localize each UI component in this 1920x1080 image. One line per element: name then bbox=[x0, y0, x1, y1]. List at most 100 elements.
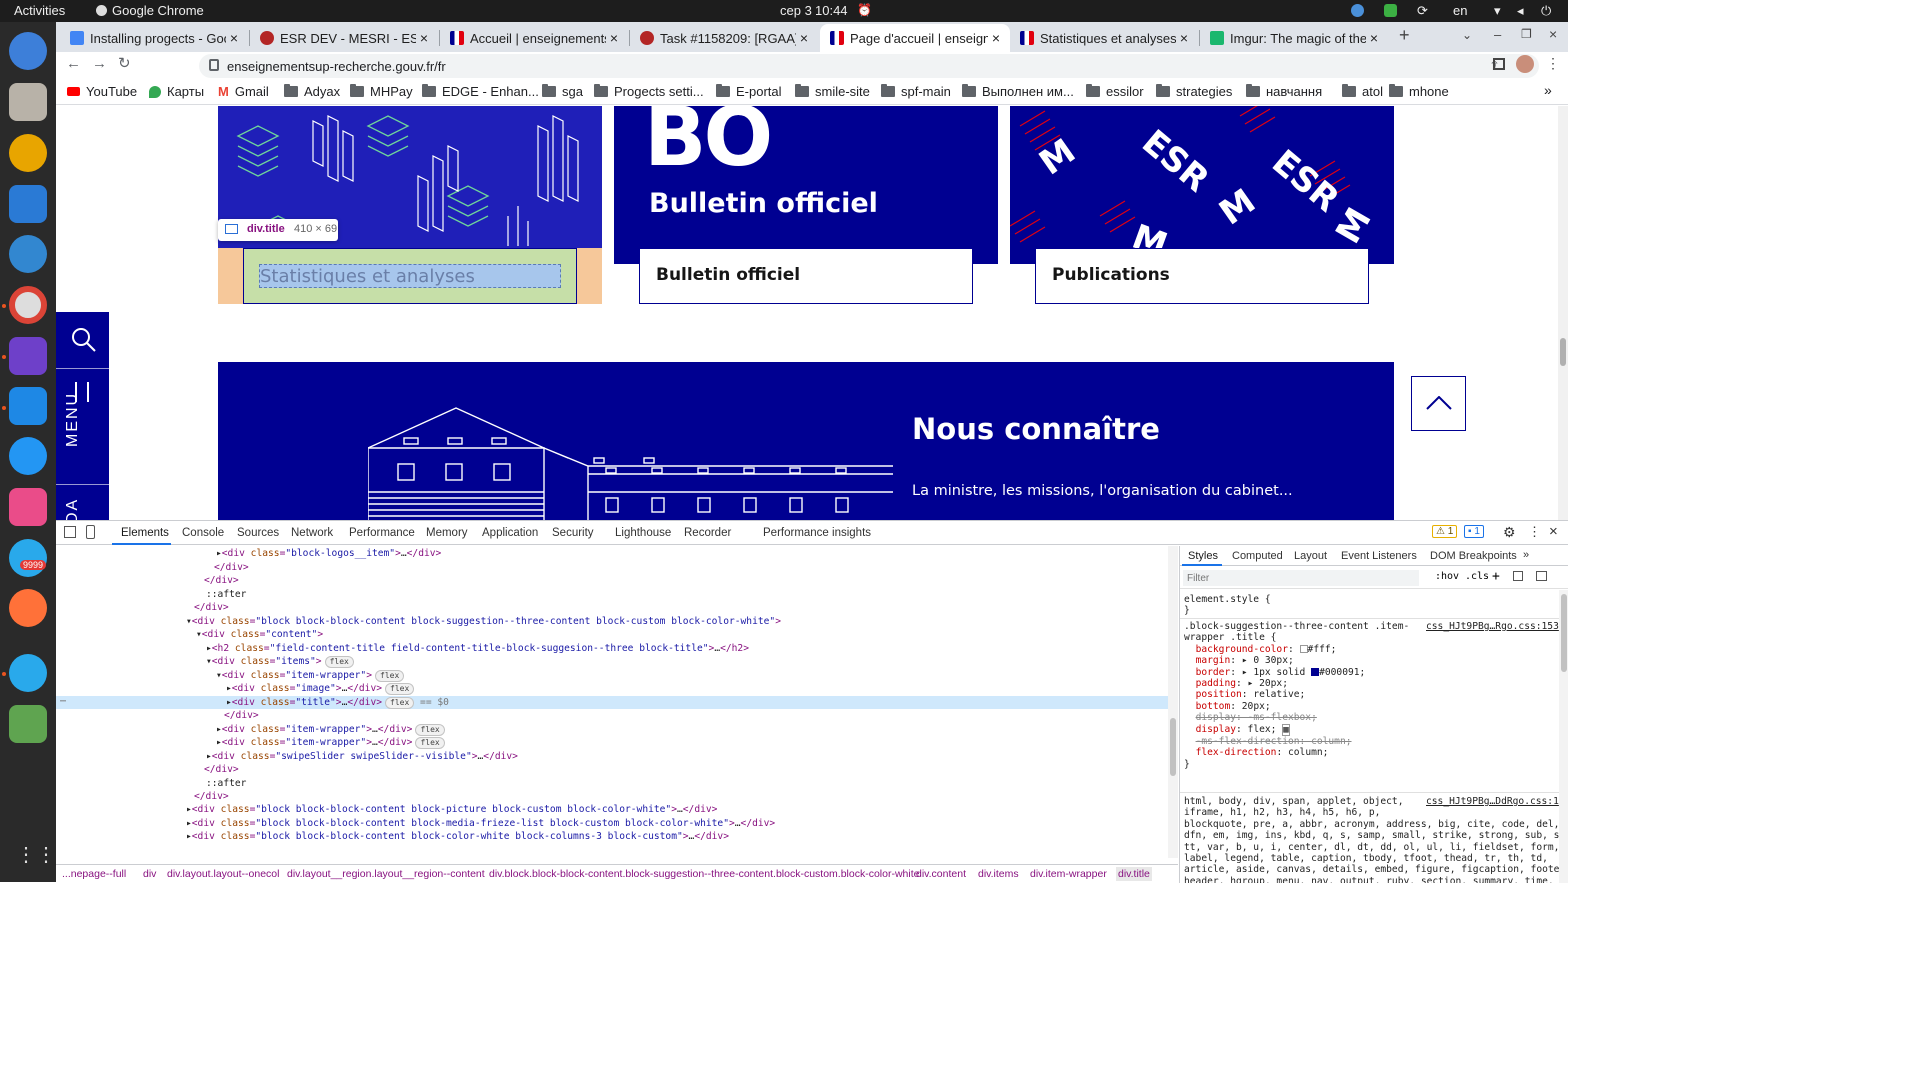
paint-icon[interactable] bbox=[1513, 571, 1523, 581]
dom-line[interactable]: ▾<div class="items"> flex bbox=[206, 655, 354, 669]
vscode-icon[interactable] bbox=[9, 387, 47, 425]
slack-icon[interactable] bbox=[9, 488, 47, 526]
wifi-icon[interactable]: ▾ bbox=[1494, 3, 1501, 19]
inspect-element-icon[interactable] bbox=[64, 526, 76, 538]
cls-toggle[interactable]: .cls bbox=[1465, 571, 1489, 582]
close-icon[interactable]: × bbox=[606, 30, 622, 46]
close-icon[interactable]: × bbox=[226, 30, 242, 46]
bookmark-folder[interactable]: strategies bbox=[1156, 84, 1232, 99]
tab-6[interactable]: Statistiques et analyses × bbox=[1010, 24, 1198, 52]
bookmark-folder[interactable]: Adyax bbox=[284, 84, 340, 99]
dom-line-selected[interactable]: ▸<div class="title">…</div> flex == $0 bbox=[226, 696, 449, 710]
menu-label[interactable]: MENU bbox=[64, 392, 82, 447]
dom-line[interactable]: ::after bbox=[206, 777, 246, 791]
tab-5-active[interactable]: Page d'accueil | enseigne × bbox=[820, 24, 1010, 52]
breadcrumb-item[interactable]: div bbox=[143, 868, 156, 880]
thunderbird-icon[interactable] bbox=[9, 32, 47, 70]
network-status-icon[interactable] bbox=[1351, 4, 1364, 17]
dom-line[interactable]: ▸<div class="block-logos__item">…</div> bbox=[216, 547, 441, 561]
style-rule[interactable]: .block-suggestion--three-content .item- … bbox=[1184, 621, 1409, 770]
dom-line[interactable]: </div> bbox=[194, 601, 229, 615]
style-rule[interactable]: html, body, div, span, applet, object, i… bbox=[1184, 796, 1568, 883]
bookmark-folder[interactable]: навчання bbox=[1246, 84, 1322, 99]
subtab-layout[interactable]: Layout bbox=[1294, 550, 1327, 562]
about-section-title[interactable]: Nous connaître bbox=[912, 412, 1160, 446]
dom-scrollbar-thumb[interactable] bbox=[1170, 718, 1176, 776]
more-actions-icon[interactable]: ⋯ bbox=[60, 696, 66, 707]
bookmark-folder[interactable]: atol bbox=[1342, 84, 1383, 99]
activities-button[interactable]: Activities bbox=[14, 3, 65, 18]
page-scrollbar-thumb[interactable] bbox=[1560, 338, 1566, 366]
bookmark-gmail[interactable]: M Gmail bbox=[218, 84, 269, 99]
side-panel-icon[interactable] bbox=[1493, 58, 1505, 70]
dom-line[interactable]: ▸<div class="block block-block-content b… bbox=[186, 803, 717, 817]
subtab-computed[interactable]: Computed bbox=[1232, 550, 1283, 562]
styles-scrollbar[interactable] bbox=[1559, 590, 1568, 883]
back-icon[interactable]: ← bbox=[66, 55, 81, 72]
reload-icon[interactable]: ↻ bbox=[118, 54, 131, 72]
window-close-icon[interactable]: × bbox=[1549, 26, 1557, 42]
tab-1[interactable]: Installing progects - Goo × bbox=[60, 24, 248, 52]
subtab-dom-breakpoints[interactable]: DOM Breakpoints bbox=[1430, 550, 1517, 562]
minimize-icon[interactable]: – bbox=[1494, 27, 1501, 42]
firefox-icon[interactable] bbox=[9, 589, 47, 627]
stats-card-title[interactable]: Statistiques et analyses bbox=[260, 266, 475, 287]
breadcrumb-item[interactable]: div.block.block-block-content.block-sugg… bbox=[489, 868, 920, 880]
stylesheet-link[interactable]: css_HJt9PBg…DdRgo.css:1 bbox=[1426, 796, 1559, 808]
more-subtabs-icon[interactable]: » bbox=[1523, 549, 1529, 561]
tab-recorder[interactable]: Recorder bbox=[684, 527, 731, 539]
bookmark-folder[interactable]: Progects setti... bbox=[594, 84, 704, 99]
volume-icon[interactable]: ◂ bbox=[1517, 3, 1524, 19]
input-language[interactable]: en bbox=[1453, 3, 1467, 18]
tab-4[interactable]: Task #1158209: [RGAA] H × bbox=[630, 24, 818, 52]
publications-card-title-box[interactable]: Publications bbox=[1035, 248, 1369, 304]
styles-filter-input[interactable] bbox=[1183, 570, 1419, 586]
bookmark-folder[interactable]: mhone bbox=[1389, 84, 1449, 99]
telegram-2-icon[interactable] bbox=[9, 654, 47, 692]
devtools-menu-icon[interactable]: ⋮ bbox=[1528, 524, 1541, 540]
tab-sources[interactable]: Sources bbox=[237, 527, 279, 539]
style-rule[interactable]: element.style { } bbox=[1184, 594, 1271, 617]
telegram-icon[interactable] bbox=[9, 539, 47, 577]
dom-tree[interactable]: ⋯ ▸<div class="block-logos__item">…</div… bbox=[56, 546, 1168, 866]
sync-icon[interactable]: ⟳ bbox=[1417, 3, 1428, 19]
dom-line[interactable]: </div> bbox=[214, 561, 249, 575]
breadcrumb-item[interactable]: ...nepage--full bbox=[62, 868, 126, 880]
tab-network[interactable]: Network bbox=[291, 527, 333, 539]
settings-gear-icon[interactable]: ⚙ bbox=[1503, 524, 1516, 541]
publications-card-image[interactable]: M ESR M ESR M M bbox=[1010, 106, 1394, 264]
close-icon[interactable]: × bbox=[1176, 30, 1192, 46]
bookmark-folder[interactable]: sga bbox=[542, 84, 583, 99]
tab-performance-insights[interactable]: Performance insights bbox=[763, 527, 871, 539]
tab-memory[interactable]: Memory bbox=[426, 527, 468, 539]
trash-icon[interactable] bbox=[9, 705, 47, 743]
about-section[interactable]: Nous connaître La ministre, les missions… bbox=[218, 362, 1394, 520]
show-apps-icon[interactable]: ⋮⋮ bbox=[16, 842, 56, 867]
publications-card-title[interactable]: Publications bbox=[1052, 265, 1170, 285]
address-bar[interactable]: enseignementsup-recherche.gouv.fr/fr ⇪ ☆ bbox=[199, 54, 1539, 78]
styles-scrollbar-thumb[interactable] bbox=[1561, 594, 1567, 672]
clock-date[interactable]: сер 3 bbox=[780, 3, 812, 18]
maximize-icon[interactable]: ❐ bbox=[1521, 27, 1532, 41]
stylesheet-link[interactable]: css_HJt9PBg…Rgo.css:153 bbox=[1426, 621, 1559, 632]
hov-toggle[interactable]: :hov bbox=[1435, 571, 1459, 582]
dom-line[interactable]: ▸<div class="swipeSlider swipeSlider--vi… bbox=[206, 750, 518, 764]
tab-elements[interactable]: Elements bbox=[121, 527, 169, 539]
rhythmbox-icon[interactable] bbox=[9, 134, 47, 172]
bookmark-folder[interactable]: E-portal bbox=[716, 84, 782, 99]
bo-card-title[interactable]: Bulletin officiel bbox=[656, 265, 800, 285]
tab-3[interactable]: Accueil | enseignements × bbox=[440, 24, 628, 52]
close-icon[interactable]: × bbox=[796, 30, 812, 46]
bo-card-title-box[interactable]: Bulletin officiel bbox=[639, 248, 973, 304]
agenda-label[interactable]: DA bbox=[64, 498, 82, 520]
tab-console[interactable]: Console bbox=[182, 527, 224, 539]
close-devtools-icon[interactable]: × bbox=[1549, 523, 1558, 540]
dom-line[interactable]: </div> bbox=[204, 574, 239, 588]
toggle-sidebar-icon[interactable] bbox=[1536, 571, 1547, 581]
dom-line[interactable]: ▸<div class="block block-block-content b… bbox=[186, 830, 729, 844]
page-scrollbar[interactable] bbox=[1558, 106, 1568, 520]
dom-line[interactable]: ::after bbox=[206, 588, 246, 602]
close-icon[interactable]: × bbox=[1366, 30, 1382, 46]
subtab-event-listeners[interactable]: Event Listeners bbox=[1341, 550, 1417, 562]
close-icon[interactable]: × bbox=[416, 30, 432, 46]
